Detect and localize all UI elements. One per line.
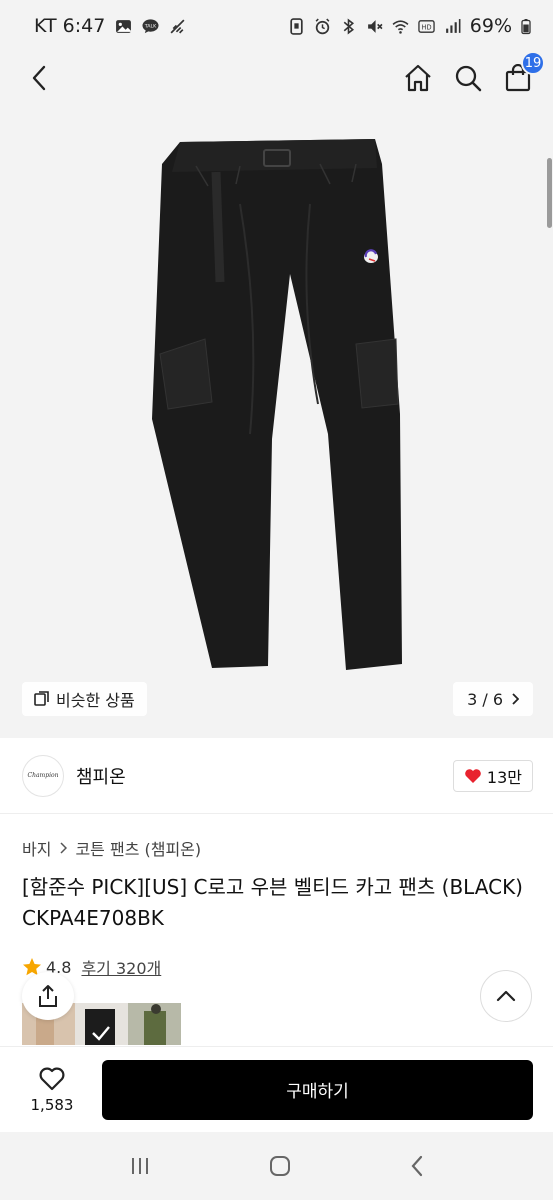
product-image-gallery[interactable]: 비슷한 상품 3 / 6 — [0, 104, 553, 738]
product-image — [152, 139, 402, 670]
cart-button[interactable]: 19 — [503, 51, 545, 93]
talk-icon: TALK — [142, 18, 159, 33]
page-scrollbar[interactable] — [547, 158, 552, 228]
review-photo — [85, 1009, 115, 1045]
chevron-right-icon — [60, 842, 68, 854]
signal-off-icon — [170, 19, 185, 33]
heart-outline-icon — [39, 1067, 65, 1090]
bottom-action-bar: 1,583 구매하기 — [0, 1046, 553, 1132]
image-counter[interactable]: 3 / 6 — [453, 682, 533, 716]
brand-logo-text: Champion — [27, 772, 59, 779]
cart-count-badge: 19 — [521, 51, 545, 75]
battery-percent: 69% — [469, 15, 512, 37]
carrier-time: KT 6:47 — [34, 15, 106, 37]
mute-icon — [367, 19, 383, 33]
hd-icon: HD — [418, 19, 435, 33]
svg-text:TALK: TALK — [144, 23, 157, 29]
reviews-link[interactable]: 후기 320개 — [81, 955, 161, 979]
top-navigation: 19 — [0, 51, 553, 104]
battery-icon — [521, 18, 531, 34]
buy-button[interactable]: 구매하기 — [102, 1059, 533, 1120]
brand-like-button[interactable]: 13만 — [452, 759, 533, 792]
image-counter-text: 3 / 6 — [467, 689, 503, 709]
similar-items-icon — [34, 691, 49, 706]
status-right: HD 69% — [288, 15, 531, 37]
wishlist-count: 1,583 — [30, 1095, 74, 1114]
system-navigation-bar — [0, 1132, 553, 1200]
scroll-to-top-button[interactable] — [480, 970, 532, 1022]
alarm-icon — [315, 18, 330, 34]
home-nav-icon[interactable] — [268, 1154, 292, 1178]
chevron-right-icon — [512, 693, 519, 705]
svg-text:HD: HD — [421, 23, 431, 31]
search-button[interactable] — [453, 63, 483, 93]
chevron-left-icon — [32, 65, 46, 91]
product-title: [함준수 PICK][US] C로고 우븐 벨티드 카고 팬츠 (BLACK) … — [22, 875, 523, 930]
share-icon — [39, 985, 57, 1007]
search-icon — [455, 65, 482, 92]
breadcrumb-item-pants[interactable]: 바지 — [22, 836, 51, 860]
nav-actions: 19 — [403, 51, 545, 93]
save-icon — [290, 17, 303, 35]
brand-like-count: 13만 — [486, 767, 522, 787]
wishlist-button[interactable]: 1,583 — [22, 1066, 82, 1114]
back-nav-icon[interactable] — [409, 1154, 425, 1178]
home-button[interactable] — [403, 63, 433, 93]
heart-filled-icon — [465, 768, 481, 783]
back-button[interactable] — [24, 63, 54, 93]
status-bar: KT 6:47 TALK HD 69% — [0, 0, 553, 52]
breadcrumb: 바지 코튼 팬츠 (챔피온) — [22, 836, 201, 860]
gallery-icon — [116, 19, 132, 33]
chevron-up-icon — [496, 990, 516, 1002]
bluetooth-icon — [343, 18, 354, 34]
home-icon — [405, 64, 431, 92]
review-photo — [144, 1004, 166, 1045]
review-thumbnail[interactable] — [75, 1003, 128, 1045]
status-left: KT 6:47 TALK — [34, 15, 186, 37]
brand-logo[interactable]: Champion — [22, 754, 64, 797]
brand-row[interactable]: Champion 챔피온 13만 — [0, 738, 553, 814]
recent-apps-icon[interactable] — [128, 1155, 152, 1177]
breadcrumb-item-cotton-pants[interactable]: 코튼 팬츠 (챔피온) — [75, 836, 201, 860]
cell-signal-icon — [445, 18, 461, 33]
similar-products-label: 비슷한 상품 — [56, 691, 135, 710]
brand-name[interactable]: 챔피온 — [76, 763, 126, 789]
review-thumbnail[interactable] — [128, 1003, 181, 1045]
wifi-icon — [392, 19, 409, 34]
share-button[interactable] — [22, 972, 74, 1020]
similar-products-button[interactable]: 비슷한 상품 — [22, 682, 147, 716]
